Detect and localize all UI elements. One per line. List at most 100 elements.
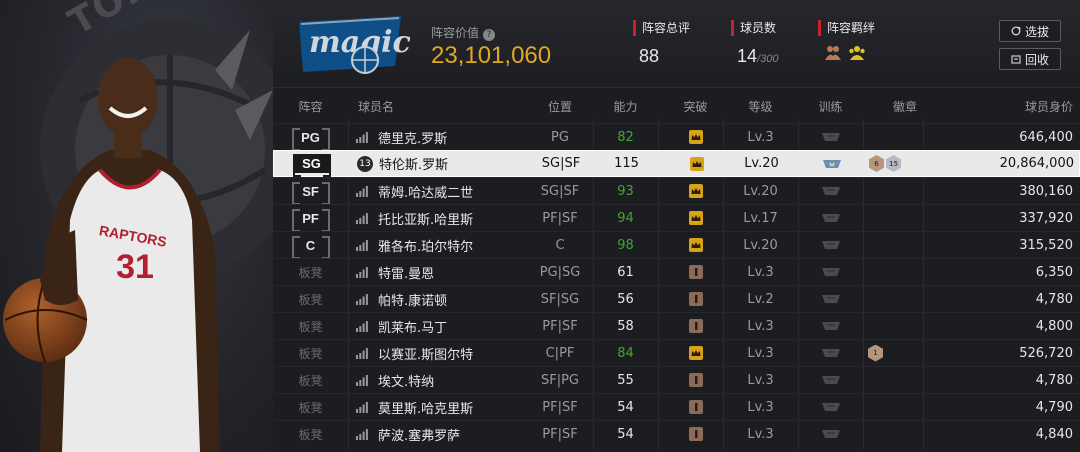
level-breakthrough-icon [688, 292, 703, 306]
table-row[interactable]: 板凳 萨波.塞弗罗萨 PF|SF 54 Lv.3 4,840 [273, 420, 1080, 447]
lineup-slot[interactable]: PG [273, 124, 348, 151]
col-breakthrough[interactable]: 突破 [658, 93, 733, 119]
player-rating: 115 [614, 156, 639, 171]
col-position[interactable]: 位置 [515, 93, 605, 119]
lineup-slot[interactable]: SG [274, 151, 349, 177]
table-row[interactable]: 板凳 莫里斯.哈克里斯 PF|SF 54 Lv.3 4,790 [273, 393, 1080, 420]
team-bond-block: 阵容羁绊 [818, 20, 908, 62]
player-position: PG [551, 129, 569, 145]
lineup-slot[interactable]: 板凳 [273, 259, 348, 285]
player-name-cell[interactable]: 萨波.塞弗罗萨 [348, 421, 540, 447]
bond-team-icon[interactable] [848, 44, 866, 62]
table-row[interactable]: 板凳 埃文.特纳 SF|PG 55 Lv.3 4,780 [273, 366, 1080, 393]
col-name[interactable]: 球员名 [348, 93, 540, 119]
team-rating-block: 阵容总评 88 [633, 20, 723, 67]
training-cell[interactable] [798, 421, 863, 447]
player-level: Lv.3 [747, 426, 774, 442]
training-cell[interactable] [798, 367, 863, 393]
player-position: SF|SG [540, 291, 580, 307]
player-name-cell[interactable]: 德里克.罗斯 [348, 124, 540, 150]
player-level: Lv.20 [744, 156, 779, 171]
player-value: 337,920 [1019, 210, 1073, 226]
player-rating: 54 [617, 399, 634, 415]
lineup-slot[interactable]: 板凳 [273, 313, 348, 339]
player-rating: 82 [617, 129, 634, 145]
table-row[interactable]: 板凳 帕特.康诺顿 SF|SG 56 Lv.2 4,780 [273, 285, 1080, 312]
level-breakthrough-icon [688, 373, 703, 387]
player-name-cell[interactable]: 凯莱布.马丁 [348, 313, 540, 339]
table-row[interactable]: 板凳 以赛亚.斯图尔特 C|PF 84 Lv.3 1 526,720 [273, 339, 1080, 366]
table-row[interactable]: PF 托比亚斯.哈里斯 PF|SF 94 Lv.17 337,920 [273, 204, 1080, 232]
player-position: C|PF [545, 345, 575, 361]
training-active-icon [822, 159, 841, 168]
training-cell[interactable] [798, 205, 863, 231]
table-row[interactable]: 板凳 特雷.曼恩 PG|SG 61 Lv.3 6,350 [273, 258, 1080, 285]
lineup-slot[interactable]: 板凳 [273, 367, 348, 393]
col-training[interactable]: 训练 [798, 93, 863, 119]
player-name-cell[interactable]: 特雷.曼恩 [348, 259, 540, 285]
crown-breakthrough-icon [688, 184, 703, 198]
player-position: PF|SF [542, 399, 578, 415]
table-row[interactable]: SG 13 特伦斯.罗斯 SG|SF 115 Lv.20 6 15 20,864… [273, 150, 1080, 177]
training-icon [821, 349, 840, 357]
lineup-slot[interactable]: C [273, 232, 348, 259]
lineup-slot[interactable]: 板凳 [273, 286, 348, 312]
table-row[interactable]: 板凳 凯莱布.马丁 PF|SF 58 Lv.3 4,800 [273, 312, 1080, 339]
player-count-value: 14 [737, 46, 758, 66]
bench-label: 板凳 [298, 265, 323, 280]
player-name-cell[interactable]: 托比亚斯.哈里斯 [348, 205, 540, 231]
player-name-cell[interactable]: 以赛亚.斯图尔特 [348, 340, 540, 366]
slot-tag: SF [291, 181, 330, 205]
player-name-cell[interactable]: 13 特伦斯.罗斯 [349, 151, 541, 176]
bond-handshake-icon[interactable] [824, 44, 842, 62]
training-cell[interactable] [798, 286, 863, 312]
level-breakthrough-icon [688, 265, 703, 279]
player-name-cell[interactable]: 雅各布.珀尔特尔 [348, 232, 540, 258]
bronze-badge-icon: 6 [869, 155, 884, 172]
team-header: magic 阵容价值? 23,101,060 阵容总评 88 球员数 14/30… [273, 0, 1080, 88]
crown-breakthrough-icon [688, 346, 703, 360]
training-cell[interactable] [798, 259, 863, 285]
player-rating: 54 [617, 426, 634, 442]
training-cell[interactable] [798, 394, 863, 420]
training-cell[interactable] [798, 340, 863, 366]
player-name: 莫里斯.哈克里斯 [378, 401, 474, 417]
player-name-cell[interactable]: 埃文.特纳 [348, 367, 540, 393]
lineup-slot[interactable]: 板凳 [273, 340, 348, 366]
signal-bars-icon [356, 347, 368, 359]
table-header: 阵容 球员名 位置 能力 突破 等级 训练 徽章 球员身价 [273, 93, 1080, 119]
table-row[interactable]: SF 蒂姆.哈达威二世 SG|SF 93 Lv.20 380,160 [273, 177, 1080, 205]
table-row[interactable]: C 雅各布.珀尔特尔 C 98 Lv.20 315,520 [273, 231, 1080, 259]
training-cell[interactable] [799, 151, 864, 176]
player-name: 特雷.曼恩 [378, 266, 435, 282]
player-name-cell[interactable]: 帕特.康诺顿 [348, 286, 540, 312]
signal-bars-icon [356, 293, 368, 305]
player-level: Lv.2 [747, 291, 774, 307]
col-lineup[interactable]: 阵容 [273, 93, 348, 119]
bench-label: 板凳 [298, 319, 323, 334]
player-name-cell[interactable]: 莫里斯.哈克里斯 [348, 394, 540, 420]
help-icon[interactable]: ? [483, 29, 496, 41]
col-value[interactable]: 球员身价 [923, 93, 1073, 119]
training-icon [821, 133, 840, 141]
lineup-slot[interactable]: 板凳 [273, 421, 348, 447]
lineup-slot[interactable]: PF [273, 205, 348, 232]
lineup-slot[interactable]: 板凳 [273, 394, 348, 420]
bench-label: 板凳 [298, 427, 323, 442]
training-cell[interactable] [798, 178, 863, 204]
recycle-button[interactable]: 回收 [999, 48, 1061, 70]
player-name-cell[interactable]: 蒂姆.哈达威二世 [348, 178, 540, 204]
table-row[interactable]: PG 德里克.罗斯 PG 82 Lv.3 646,400 [273, 123, 1080, 151]
lineup-slot[interactable]: SF [273, 178, 348, 205]
roster-table: 阵容 球员名 位置 能力 突破 等级 训练 徽章 球员身价 PG 德里克.罗斯 … [273, 88, 1080, 452]
training-icon [821, 187, 840, 195]
col-level[interactable]: 等级 [723, 93, 798, 119]
player-name: 萨波.塞弗罗萨 [378, 428, 461, 444]
training-cell[interactable] [798, 232, 863, 258]
select-button[interactable]: 选拔 [999, 20, 1061, 42]
slot-tag: C [291, 235, 330, 259]
training-cell[interactable] [798, 313, 863, 339]
player-rating: 55 [617, 372, 634, 388]
col-rating[interactable]: 能力 [593, 93, 658, 119]
training-cell[interactable] [798, 124, 863, 150]
